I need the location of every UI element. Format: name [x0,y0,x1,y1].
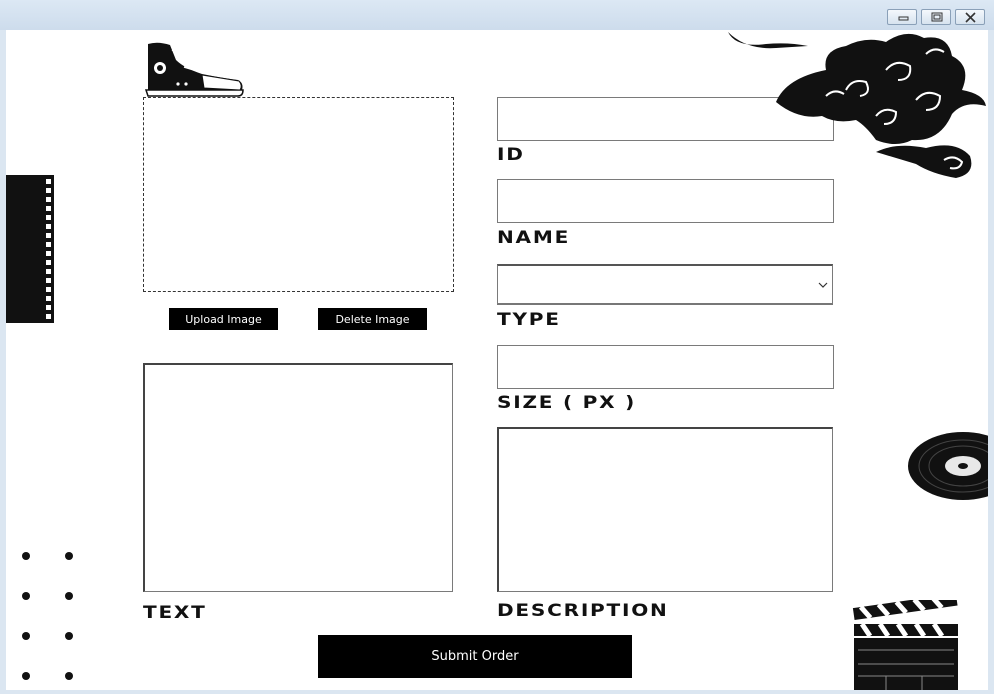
form-window: Upload Image Delete Image TEXT ID NAME T… [6,30,988,690]
name-label: NAME [497,228,571,248]
minimize-button[interactable] [887,9,917,25]
maximize-icon [931,12,943,22]
title-bar [0,0,994,30]
clapperboard-icon [852,600,958,690]
maximize-button[interactable] [921,9,951,25]
description-label: DESCRIPTION [497,601,669,621]
id-label: ID [497,145,525,165]
size-field[interactable] [497,345,834,389]
description-area[interactable] [497,427,833,592]
close-icon [965,12,976,23]
film-strip-icon [6,175,54,323]
submit-order-button[interactable]: Submit Order [318,635,632,678]
size-label: SIZE ( PX ) [497,393,637,413]
cloud-icon [728,32,986,178]
minimize-icon [898,16,909,21]
close-button[interactable] [955,9,985,25]
type-label: TYPE [497,310,561,330]
chevron-down-icon [818,282,828,288]
name-field[interactable] [497,179,834,223]
delete-image-button[interactable]: Delete Image [318,308,427,330]
image-preview[interactable] [143,97,454,292]
sneaker-icon [144,42,244,97]
text-area[interactable] [143,363,453,592]
dots-pattern [22,552,73,680]
vinyl-record-icon [908,432,988,500]
type-select[interactable] [497,264,833,305]
upload-image-button[interactable]: Upload Image [169,308,278,330]
text-label: TEXT [143,603,207,623]
